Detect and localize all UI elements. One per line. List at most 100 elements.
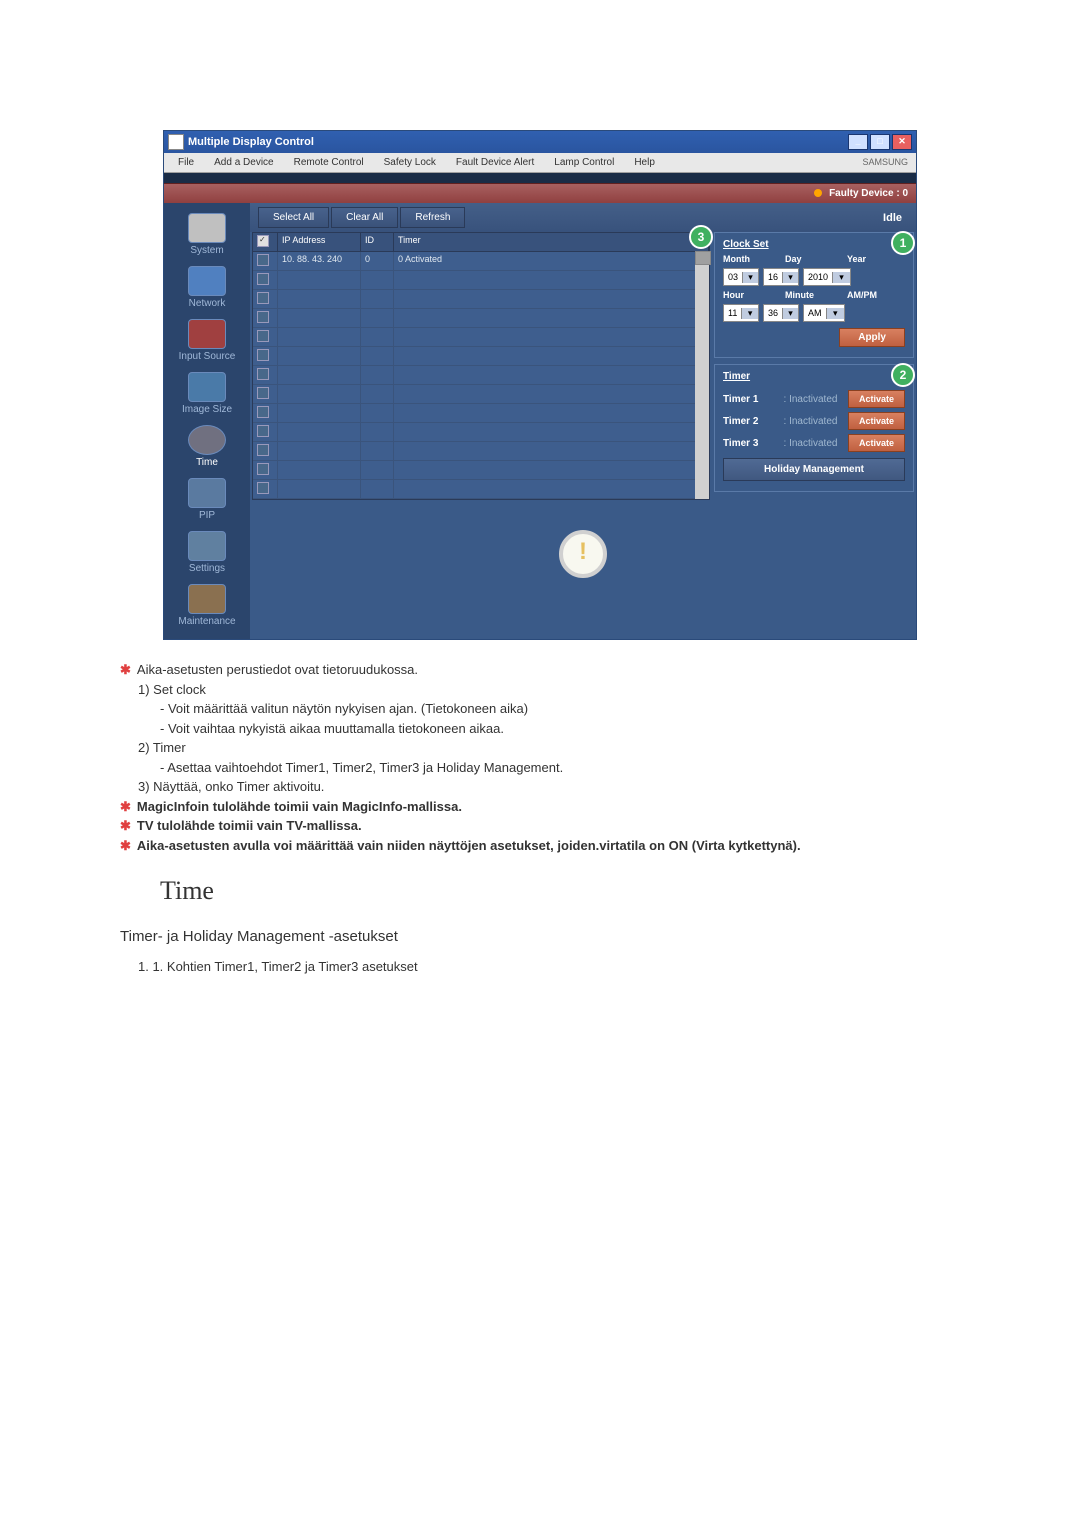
row-checkbox[interactable] <box>257 482 269 494</box>
toolbar-strip <box>164 173 916 183</box>
row-checkbox[interactable] <box>257 463 269 475</box>
table-row <box>253 366 709 385</box>
callout-3: 3 <box>689 225 713 249</box>
doc-line: MagicInfoin tulolähde toimii vain MagicI… <box>137 799 462 814</box>
faulty-device-label: Faulty Device : 0 <box>829 188 908 199</box>
star-icon: ✱ <box>120 662 137 677</box>
sidebar-label: Image Size <box>182 404 232 415</box>
year-select[interactable]: 2010▾ <box>803 268 851 286</box>
input-icon <box>188 319 226 349</box>
row-checkbox[interactable] <box>257 349 269 361</box>
sidebar-item-network[interactable]: Network <box>164 262 250 315</box>
warning-icon: ! <box>559 530 607 578</box>
sidebar: System Network Input Source Image Size T… <box>164 203 250 639</box>
app-window: Multiple Display Control _ □ ✕ File Add … <box>163 130 917 640</box>
timer3-activate-button[interactable]: Activate <box>848 434 905 452</box>
menu-help[interactable]: Help <box>624 155 665 170</box>
star-icon: ✱ <box>120 838 137 853</box>
sidebar-item-input-source[interactable]: Input Source <box>164 315 250 368</box>
window-title: Multiple Display Control <box>188 136 314 148</box>
doc-line: 1) Set clock <box>120 680 960 700</box>
row-checkbox[interactable] <box>257 444 269 456</box>
table-row <box>253 385 709 404</box>
timer1-activate-button[interactable]: Activate <box>848 390 905 408</box>
label-ampm: AM/PM <box>847 290 905 300</box>
menu-fault-alert[interactable]: Fault Device Alert <box>446 155 544 170</box>
table-row <box>253 271 709 290</box>
callout-1: 1 <box>891 231 915 255</box>
maximize-button[interactable]: □ <box>870 134 890 150</box>
row-checkbox[interactable] <box>257 387 269 399</box>
timer-title: Timer <box>723 371 905 386</box>
menu-remote-control[interactable]: Remote Control <box>284 155 374 170</box>
menu-safety-lock[interactable]: Safety Lock <box>374 155 446 170</box>
sidebar-item-image-size[interactable]: Image Size <box>164 368 250 421</box>
clock-icon <box>188 425 226 455</box>
month-select[interactable]: 03▾ <box>723 268 759 286</box>
table-row <box>253 309 709 328</box>
timer3-label: Timer 3 <box>723 438 773 449</box>
doc-line: - Asettaa vaihtoehdot Timer1, Timer2, Ti… <box>120 758 960 778</box>
minimize-button[interactable]: _ <box>848 134 868 150</box>
row-checkbox[interactable] <box>257 330 269 342</box>
sidebar-item-pip[interactable]: PIP <box>164 474 250 527</box>
close-button[interactable]: ✕ <box>892 134 912 150</box>
image-icon <box>188 372 226 402</box>
clock-set-title: Clock Set <box>723 239 905 254</box>
th-id: ID <box>361 233 394 251</box>
row-checkbox[interactable] <box>257 254 269 266</box>
row-checkbox[interactable] <box>257 273 269 285</box>
apply-button[interactable]: Apply <box>839 328 905 347</box>
table-row[interactable]: 10. 88. 43. 240 0 0 Activated <box>253 252 709 271</box>
clock-set-panel: 1 Clock Set Month Day Year 03▾ 16▾ 2010▾ <box>714 232 914 358</box>
label-minute: Minute <box>785 290 843 300</box>
table-row <box>253 347 709 366</box>
row-checkbox[interactable] <box>257 406 269 418</box>
sidebar-item-system[interactable]: System <box>164 209 250 262</box>
table-row <box>253 442 709 461</box>
table-row <box>253 404 709 423</box>
chevron-down-icon: ▾ <box>826 308 845 319</box>
maintenance-icon <box>188 584 226 614</box>
menu-file[interactable]: File <box>168 155 204 170</box>
doc-line: Aika-asetusten perustiedot ovat tietoruu… <box>137 662 418 677</box>
refresh-button[interactable]: Refresh <box>400 207 465 228</box>
scroll-thumb[interactable] <box>695 251 711 265</box>
brand-label: SAMSUNG <box>858 155 912 170</box>
sidebar-item-time[interactable]: Time <box>164 421 250 474</box>
row-checkbox[interactable] <box>257 368 269 380</box>
ampm-select[interactable]: AM▾ <box>803 304 845 322</box>
row-checkbox[interactable] <box>257 311 269 323</box>
header-checkbox[interactable] <box>257 235 269 247</box>
menu-add-device[interactable]: Add a Device <box>204 155 283 170</box>
cell-ip: 10. 88. 43. 240 <box>278 252 361 270</box>
doc-line: 3) Näyttää, onko Timer aktivoitu. <box>120 777 960 797</box>
minute-select[interactable]: 36▾ <box>763 304 799 322</box>
day-select[interactable]: 16▾ <box>763 268 799 286</box>
main-area: System Network Input Source Image Size T… <box>164 203 916 639</box>
label-month: Month <box>723 254 781 264</box>
chevron-down-icon: ▾ <box>832 272 850 283</box>
vertical-scrollbar[interactable] <box>695 251 709 499</box>
th-timer: Timer <box>394 233 709 251</box>
label-year: Year <box>847 254 905 264</box>
hour-select[interactable]: 11▾ <box>723 304 759 322</box>
timer-row-3: Timer 3 : Inactivated Activate <box>723 434 905 452</box>
document-body: ✱Aika-asetusten perustiedot ovat tietoru… <box>120 660 960 976</box>
sidebar-item-maintenance[interactable]: Maintenance <box>164 580 250 633</box>
sidebar-label: System <box>190 245 223 256</box>
table-row <box>253 461 709 480</box>
th-ip: IP Address <box>278 233 361 251</box>
menu-lamp-control[interactable]: Lamp Control <box>544 155 624 170</box>
clear-all-button[interactable]: Clear All <box>331 207 398 228</box>
timer2-status: : Inactivated <box>784 416 838 427</box>
sidebar-item-settings[interactable]: Settings <box>164 527 250 580</box>
sidebar-label: Network <box>189 298 226 309</box>
row-checkbox[interactable] <box>257 425 269 437</box>
select-all-button[interactable]: Select All <box>258 207 329 228</box>
holiday-management-button[interactable]: Holiday Management <box>723 458 905 481</box>
label-hour: Hour <box>723 290 781 300</box>
row-checkbox[interactable] <box>257 292 269 304</box>
timer2-activate-button[interactable]: Activate <box>848 412 905 430</box>
timer2-label: Timer 2 <box>723 416 773 427</box>
